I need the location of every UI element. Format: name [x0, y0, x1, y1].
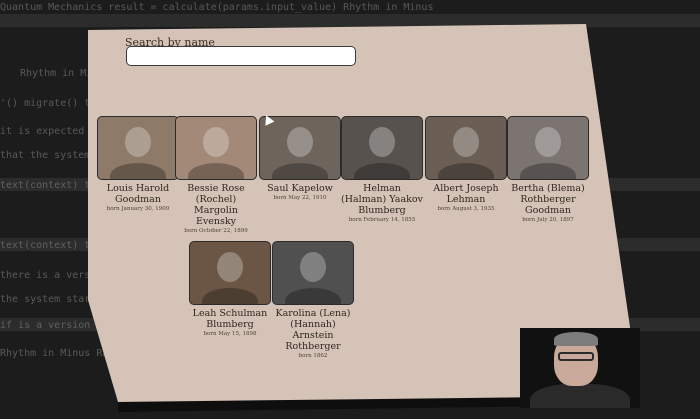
portrait-photo	[259, 116, 341, 180]
person-name: Albert Joseph Lehman	[433, 183, 499, 205]
person-born: born February 14, 1855	[348, 217, 416, 223]
person-card[interactable]: Saul Kapelow born May 22, 1910	[258, 116, 342, 202]
person-card[interactable]: Bessie Rose (Rochel) Margolin Evensky bo…	[174, 116, 258, 235]
person-card[interactable]: Karolina (Lena) (Hannah) Arnstein Rothbe…	[271, 241, 355, 360]
person-name: Saul Kapelow	[267, 183, 333, 194]
person-born: born January 30, 1909	[106, 206, 170, 212]
person-name: Bertha (Blema) Rothberger Goodman	[511, 183, 585, 216]
portrait-photo	[175, 116, 257, 180]
person-born: born May 15, 1898	[203, 331, 257, 337]
person-name: Karolina (Lena) (Hannah) Arnstein Rothbe…	[275, 308, 351, 352]
search-input[interactable]	[126, 46, 356, 66]
presenter-webcam	[520, 328, 640, 408]
person-born: born May 22, 1910	[273, 195, 327, 201]
portrait-photo	[189, 241, 271, 305]
code-line: Quantum Mechanics result = calculate(par…	[0, 2, 434, 13]
code-highlight-band	[0, 14, 700, 27]
person-card[interactable]: Leah Schulman Blumberg born May 15, 1898	[188, 241, 272, 338]
person-card[interactable]: Louis Harold Goodman born January 30, 19…	[96, 116, 180, 213]
person-card[interactable]: Bertha (Blema) Rothberger Goodman born J…	[506, 116, 590, 224]
person-name: Bessie Rose (Rochel) Margolin Evensky	[187, 183, 245, 227]
person-born: born July 20, 1897	[522, 217, 574, 223]
person-name: Helman (Halman) Yaakov Blumberg	[341, 183, 423, 216]
portrait-photo	[341, 116, 423, 180]
person-name: Louis Harold Goodman	[106, 183, 170, 205]
portrait-photo	[507, 116, 589, 180]
person-born: born October 22, 1899	[184, 228, 248, 234]
person-born: born August 3, 1935	[437, 206, 495, 212]
person-born: born 1862	[298, 353, 328, 359]
person-card[interactable]: Helman (Halman) Yaakov Blumberg born Feb…	[340, 116, 424, 224]
person-card[interactable]: Albert Joseph Lehman born August 3, 1935	[424, 116, 508, 213]
portrait-photo	[272, 241, 354, 305]
portrait-photo	[97, 116, 179, 180]
portrait-photo	[425, 116, 507, 180]
person-name: Leah Schulman Blumberg	[192, 308, 268, 330]
